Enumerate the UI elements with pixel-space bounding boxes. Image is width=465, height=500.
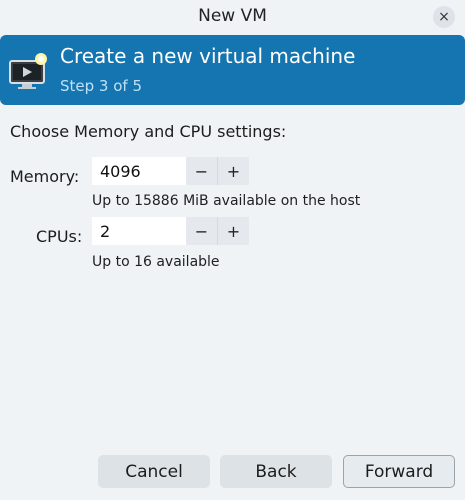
- cpus-decrement-button[interactable]: −: [186, 217, 218, 245]
- cpus-spinbox: − +: [92, 217, 249, 245]
- plus-icon: +: [226, 161, 241, 181]
- titlebar: New VM ×: [0, 0, 465, 34]
- memory-label: Memory:: [10, 167, 80, 186]
- cancel-button[interactable]: Cancel: [98, 455, 210, 488]
- close-icon: ×: [438, 9, 450, 25]
- minus-icon: −: [194, 161, 209, 181]
- monitor-with-star-icon: [9, 53, 47, 89]
- wizard-title: Create a new virtual machine: [60, 44, 356, 68]
- memory-hint: Up to 15886 MiB available on the host: [92, 193, 361, 209]
- memory-decrement-button[interactable]: −: [186, 157, 218, 185]
- cancel-button-label: Cancel: [125, 461, 183, 482]
- cpus-label: CPUs:: [36, 227, 83, 246]
- window-title: New VM: [198, 6, 267, 26]
- wizard-step: Step 3 of 5: [60, 77, 143, 95]
- plus-icon: +: [226, 221, 241, 241]
- minus-icon: −: [194, 221, 209, 241]
- cpus-input[interactable]: [92, 217, 186, 245]
- wizard-banner: Create a new virtual machine Step 3 of 5: [0, 35, 465, 105]
- memory-spinbox: − +: [92, 157, 249, 185]
- forward-button[interactable]: Forward: [343, 455, 455, 488]
- forward-button-label: Forward: [364, 461, 434, 482]
- close-button[interactable]: ×: [433, 6, 455, 28]
- new-vm-dialog: New VM × Create a new virtual machine St…: [0, 0, 465, 500]
- back-button[interactable]: Back: [220, 455, 332, 488]
- section-heading: Choose Memory and CPU settings:: [10, 122, 287, 141]
- cpus-increment-button[interactable]: +: [218, 217, 249, 245]
- cpus-hint: Up to 16 available: [92, 254, 220, 270]
- memory-increment-button[interactable]: +: [218, 157, 249, 185]
- back-button-label: Back: [255, 461, 297, 482]
- memory-input[interactable]: [92, 157, 186, 185]
